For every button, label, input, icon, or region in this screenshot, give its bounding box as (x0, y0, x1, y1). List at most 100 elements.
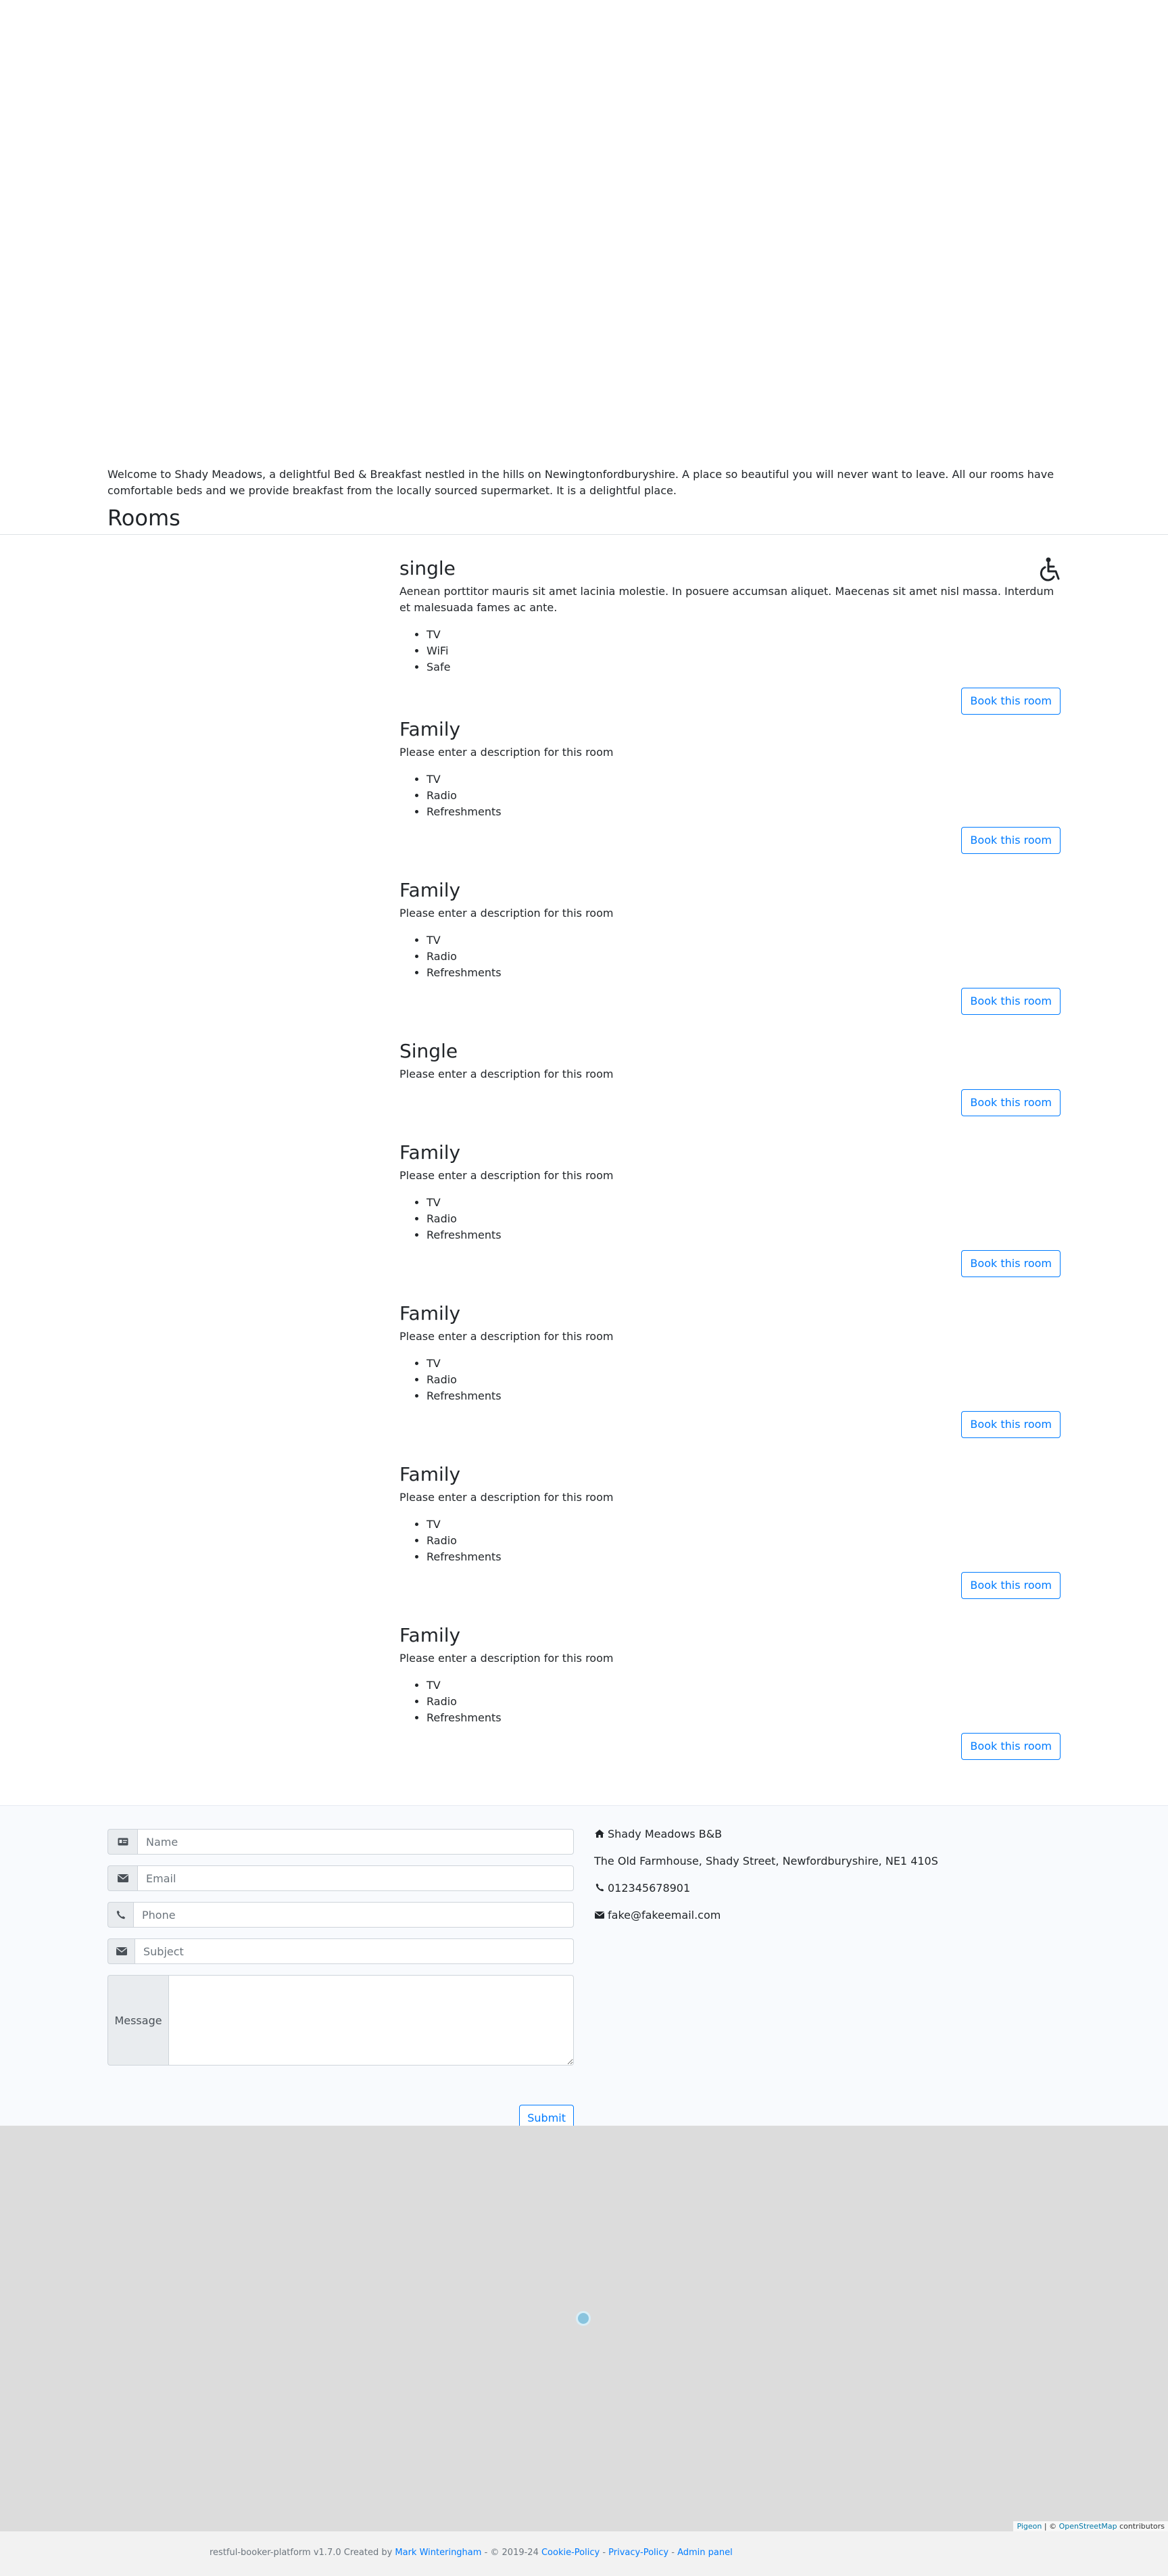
amenity-item: Safe (427, 659, 1061, 675)
room-card: Single Please enter a description for th… (399, 1039, 1061, 1138)
email-input[interactable] (137, 1865, 574, 1891)
room-description: Aenean porttitor mauris sit amet lacinia… (399, 585, 1054, 614)
phone-icon (107, 1902, 133, 1928)
room-description: Please enter a description for this room (399, 1330, 614, 1343)
amenity-item: TV (427, 771, 1061, 788)
phone-group (107, 1902, 574, 1928)
id-card-icon (107, 1829, 137, 1855)
room-card: Family Please enter a description for th… (399, 1302, 1061, 1460)
footer-prefix: restful-booker-platform v1.7.0 Created b… (210, 2548, 395, 2558)
message-textarea[interactable] (168, 1975, 574, 2066)
room-description: Please enter a description for this room (399, 907, 614, 920)
attribution-suffix: contributors (1117, 2522, 1165, 2531)
location-map[interactable]: Pigeon | © OpenStreetMap contributors (0, 2126, 1168, 2531)
room-description: Please enter a description for this room (399, 1169, 614, 1182)
amenity-item: Refreshments (427, 1549, 1061, 1565)
room-card: Family Please enter a description for th… (399, 717, 1061, 876)
home-icon (594, 1826, 605, 1842)
room-title: Family (399, 718, 461, 740)
room-title: Family (399, 879, 461, 901)
room-title: Family (399, 1624, 461, 1646)
pigeon-link[interactable]: Pigeon (1017, 2522, 1042, 2531)
business-email: fake@fakeemail.com (608, 1909, 721, 1922)
footer-copyright: - © 2019-24 (481, 2548, 541, 2558)
business-address: The Old Farmhouse, Shady Street, Newford… (594, 1855, 938, 1867)
amenity-item: TV (427, 1356, 1061, 1372)
envelope-icon (594, 1907, 605, 1924)
map-marker-icon[interactable] (576, 2311, 591, 2326)
envelope-icon (107, 1938, 135, 1964)
amenity-item: Refreshments (427, 965, 1061, 981)
room-title: Family (399, 1141, 461, 1164)
room-title: Family (399, 1302, 461, 1325)
amenity-item: TV (427, 1677, 1061, 1694)
map-attribution: Pigeon | © OpenStreetMap contributors (1013, 2521, 1168, 2531)
email-line: fake@fakeemail.com (594, 1907, 1061, 1924)
osm-link[interactable]: OpenStreetMap (1059, 2522, 1117, 2531)
book-room-button[interactable]: Book this room (961, 688, 1061, 715)
room-title: single (399, 557, 456, 579)
business-name-line: Shady Meadows B&B (594, 1826, 1061, 1842)
footer-text: restful-booker-platform v1.7.0 Created b… (210, 2548, 733, 2558)
book-room-button[interactable]: Book this room (961, 1089, 1061, 1116)
rooms-divider (0, 534, 1168, 535)
name-group (107, 1829, 574, 1855)
amenities-list: TV Radio Refreshments (399, 1677, 1061, 1726)
rooms-heading: Rooms (107, 505, 180, 531)
author-link[interactable]: Mark Winteringham (395, 2548, 481, 2558)
amenity-item: TV (427, 932, 1061, 949)
message-label: Message (107, 1975, 168, 2066)
amenity-item: Radio (427, 1211, 1061, 1227)
amenity-item: Refreshments (427, 804, 1061, 820)
admin-panel-link[interactable]: Admin panel (677, 2548, 733, 2558)
wheelchair-icon (1040, 557, 1060, 581)
footer-separator: - (600, 2548, 609, 2558)
amenities-list: TV WiFi Safe (399, 627, 1061, 675)
room-title: Family (399, 1463, 461, 1485)
book-room-button[interactable]: Book this room (961, 1733, 1061, 1760)
room-card: single Aenean porttitor mauris sit amet … (399, 556, 1061, 715)
footer-separator: - (668, 2548, 678, 2558)
amenities-list: TV Radio Refreshments (399, 1517, 1061, 1565)
phone-icon (594, 1880, 605, 1897)
amenity-item: TV (427, 1195, 1061, 1211)
subject-group (107, 1938, 574, 1964)
business-phone: 012345678901 (608, 1882, 691, 1894)
book-room-button[interactable]: Book this room (961, 988, 1061, 1015)
room-description: Please enter a description for this room (399, 1652, 614, 1665)
book-room-button[interactable]: Book this room (961, 827, 1061, 854)
book-room-button[interactable]: Book this room (961, 1250, 1061, 1277)
contact-form: Message Submit (107, 1829, 574, 2130)
amenities-list: TV Radio Refreshments (399, 1356, 1061, 1404)
amenity-item: Refreshments (427, 1388, 1061, 1404)
amenity-item: Refreshments (427, 1710, 1061, 1726)
room-card: Family Please enter a description for th… (399, 1623, 1061, 1782)
room-description: Please enter a description for this room (399, 746, 614, 759)
amenity-item: Radio (427, 1694, 1061, 1710)
amenity-item: Radio (427, 1372, 1061, 1388)
phone-input[interactable] (133, 1902, 574, 1928)
business-name: Shady Meadows B&B (608, 1828, 723, 1840)
rooms-list: single Aenean porttitor mauris sit amet … (107, 556, 1061, 1782)
privacy-policy-link[interactable]: Privacy-Policy (608, 2548, 668, 2558)
welcome-text: Welcome to Shady Meadows, a delightful B… (107, 468, 1054, 497)
book-room-button[interactable]: Book this room (961, 1411, 1061, 1438)
room-card: Family Please enter a description for th… (399, 1141, 1061, 1299)
amenity-item: TV (427, 627, 1061, 643)
room-description: Please enter a description for this room (399, 1068, 614, 1080)
contact-info: Shady Meadows B&B The Old Farmhouse, Sha… (594, 1826, 1061, 1934)
phone-line: 012345678901 (594, 1880, 1061, 1897)
book-room-button[interactable]: Book this room (961, 1572, 1061, 1599)
name-input[interactable] (137, 1829, 574, 1855)
envelope-icon (107, 1865, 137, 1891)
room-title: Single (399, 1040, 458, 1062)
cookie-policy-link[interactable]: Cookie-Policy (541, 2548, 600, 2558)
email-group (107, 1865, 574, 1891)
page-footer: restful-booker-platform v1.7.0 Created b… (0, 2531, 1168, 2576)
intro-section: Welcome to Shady Meadows, a delightful B… (107, 467, 1061, 534)
amenities-list: TV Radio Refreshments (399, 932, 1061, 981)
attribution-separator: | © (1042, 2522, 1059, 2531)
room-card: Family Please enter a description for th… (399, 878, 1061, 1036)
subject-input[interactable] (135, 1938, 574, 1964)
amenity-item: Radio (427, 1533, 1061, 1549)
